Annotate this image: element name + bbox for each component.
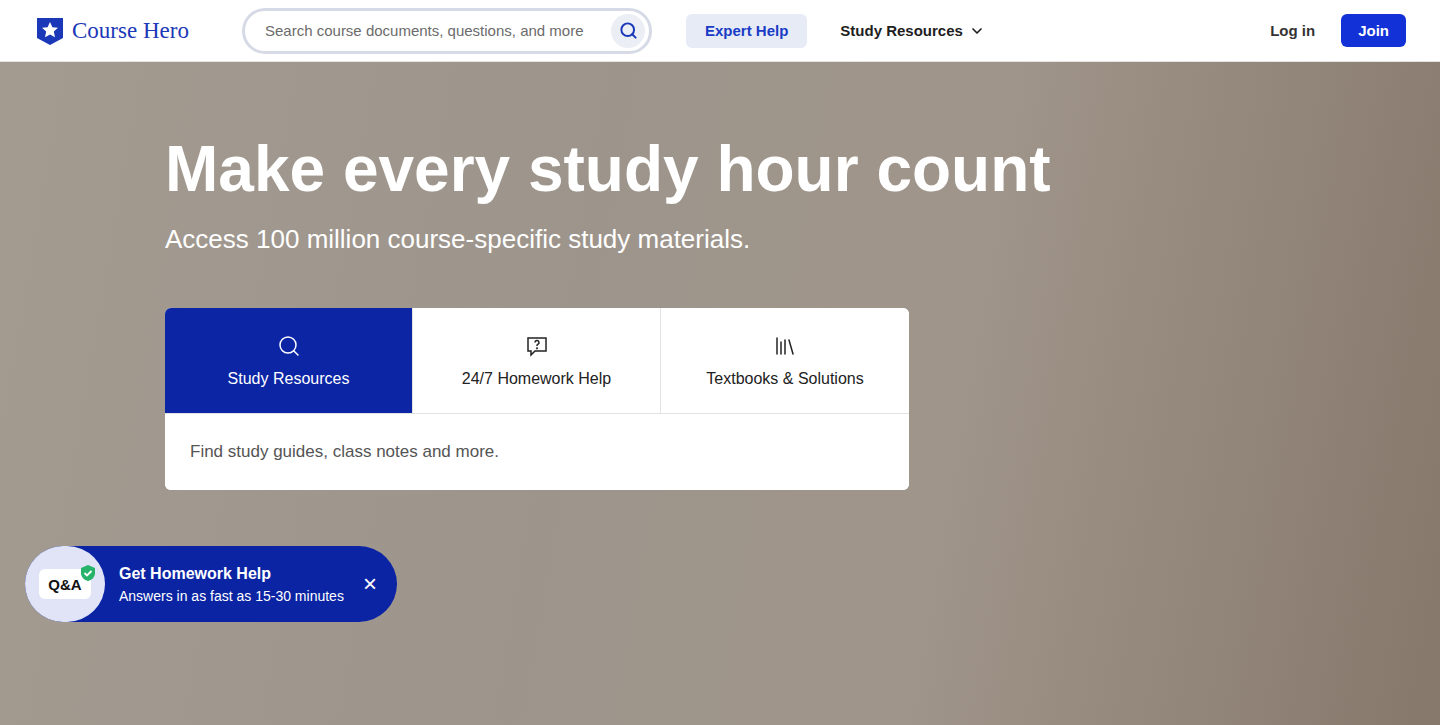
join-button[interactable]: Join [1341, 14, 1406, 47]
search-input[interactable] [263, 21, 611, 40]
question-message-icon [525, 334, 549, 358]
chevron-down-icon [969, 23, 985, 39]
logo[interactable]: Course Hero [34, 15, 242, 47]
help-title: Get Homework Help [119, 565, 355, 583]
tab-search-input[interactable] [165, 414, 909, 490]
star-badge-icon [34, 15, 66, 47]
qa-badge: Q&A [25, 546, 105, 622]
search-card: Study Resources24/7 Homework HelpTextboo… [165, 308, 909, 490]
search-box [242, 8, 652, 54]
hero-photo: Make every study hour count Access 100 mi… [0, 62, 1440, 725]
study-resources-dropdown[interactable]: Study Resources [840, 22, 985, 39]
help-subtitle: Answers in as fast as 15-30 minutes [119, 588, 355, 604]
login-link[interactable]: Log in [1270, 22, 1315, 39]
search-icon [277, 334, 301, 358]
tab[interactable]: Study Resources [165, 308, 413, 413]
homework-help-widget[interactable]: Q&A Get Homework Help Answers in as fast a… [25, 546, 397, 622]
tab[interactable]: 24/7 Homework Help [413, 308, 661, 413]
top-bar: Course Hero Expert Help Study Resources Log… [0, 0, 1440, 62]
hero-title: Make every study hour count [165, 134, 1440, 204]
search-button[interactable] [611, 14, 645, 48]
close-button[interactable]: × [355, 572, 397, 596]
hero-subtitle: Access 100 million course-specific study… [165, 224, 1440, 255]
library-icon [773, 334, 797, 358]
tab[interactable]: Textbooks & Solutions [661, 308, 909, 413]
expert-help-button[interactable]: Expert Help [686, 14, 807, 48]
page: Course Hero Expert Help Study Resources Log… [0, 0, 1440, 725]
check-shield-icon [79, 564, 97, 582]
help-text: Get Homework Help Answers in as fast as 1… [105, 565, 355, 604]
tab-row: Study Resources24/7 Homework HelpTextboo… [165, 308, 909, 414]
search-icon [619, 21, 638, 40]
logo-text: Course Hero [72, 18, 189, 44]
